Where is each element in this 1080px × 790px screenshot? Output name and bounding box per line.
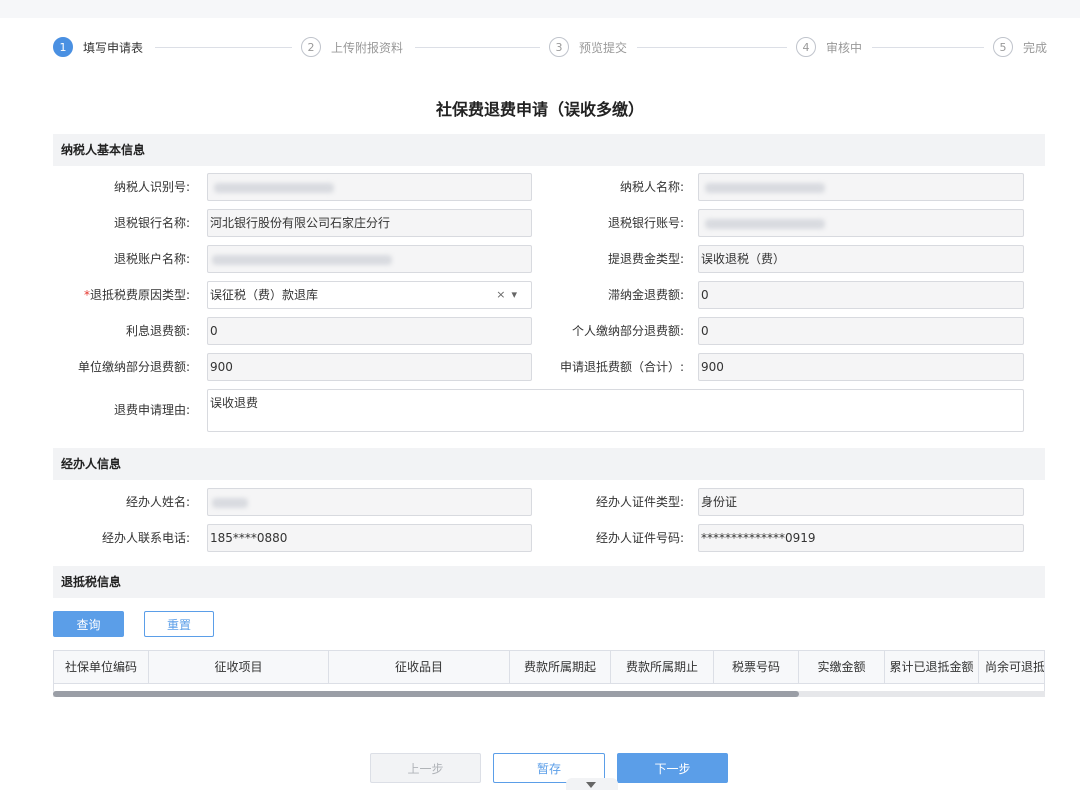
step-connector: [415, 47, 540, 48]
account-name-label: 退税账户名称:: [113, 252, 190, 266]
agent-id-no-field[interactable]: **************0919: [698, 524, 1024, 552]
next-step-button[interactable]: 下一步: [617, 753, 728, 783]
column-header: 实缴金额: [799, 651, 885, 683]
section-header-agent: 经办人信息: [53, 448, 1045, 480]
reason-type-label-text: 退抵税费原因类型:: [89, 288, 190, 302]
step-connector: [637, 47, 787, 48]
redacted-value: [214, 182, 334, 193]
refund-bank-field[interactable]: 河北银行股份有限公司石家庄分行: [207, 209, 532, 237]
taxpayer-name-label: 纳税人名称:: [619, 180, 684, 194]
reason-label: 退费申请理由:: [113, 403, 190, 417]
reset-button[interactable]: 重置: [144, 611, 214, 637]
interest-field[interactable]: 0: [207, 317, 532, 345]
personal-refund-label: 个人缴纳部分退费额:: [571, 324, 684, 338]
column-header: 费款所属期止: [611, 651, 714, 683]
section-header-refund: 退抵税信息: [53, 566, 1045, 598]
step-5-number: 5: [993, 37, 1013, 57]
step-2-label: 上传附报资料: [331, 40, 404, 55]
account-name-field[interactable]: [207, 245, 532, 273]
column-header: 社保单位编码: [54, 651, 149, 683]
total-refund-label: 申请退抵费额（合计）:: [559, 360, 684, 374]
step-3-number: 3: [549, 37, 569, 57]
agent-phone-field[interactable]: 185****0880: [207, 524, 532, 552]
query-button[interactable]: 查询: [53, 611, 124, 637]
agent-name-field[interactable]: [207, 488, 532, 516]
taxpayer-name-field[interactable]: [698, 173, 1024, 201]
refund-type-label: 提退费金类型:: [607, 252, 684, 266]
step-3: 3 预览提交: [549, 36, 627, 58]
column-header: 征收品目: [329, 651, 510, 683]
taxpayer-id-field[interactable]: [207, 173, 532, 201]
column-header: 费款所属期起: [510, 651, 611, 683]
refund-type-field[interactable]: 误收退税（费）: [698, 245, 1024, 273]
top-strip: [0, 0, 1080, 18]
reason-type-select[interactable]: 误征税（费）款退库 ×▾: [207, 281, 532, 309]
redacted-value: [705, 218, 825, 229]
column-header: 税票号码: [714, 651, 799, 683]
clear-icon[interactable]: ×: [496, 288, 511, 301]
step-4-label: 审核中: [826, 40, 863, 55]
scrollbar-thumb[interactable]: [53, 691, 799, 697]
late-fee-label: 滞纳金退费额:: [607, 288, 684, 302]
reason-type-label: *退抵税费原因类型:: [53, 281, 190, 309]
taxpayer-id-label: 纳税人识别号:: [113, 180, 190, 194]
step-1-label: 填写申请表: [83, 40, 144, 55]
interest-label: 利息退费额:: [125, 324, 190, 338]
agent-id-no-label: 经办人证件号码:: [595, 531, 684, 545]
column-header: 累计已退抵金额: [885, 651, 979, 683]
unit-refund-label: 单位缴纳部分退费额:: [77, 360, 190, 374]
agent-id-type-field[interactable]: 身份证: [698, 488, 1024, 516]
agent-name-label: 经办人姓名:: [125, 495, 190, 509]
redacted-value: [212, 254, 392, 265]
personal-refund-field[interactable]: 0: [698, 317, 1024, 345]
step-2-number: 2: [301, 37, 321, 57]
step-5: 5 完成: [993, 36, 1047, 58]
total-refund-field[interactable]: 900: [698, 353, 1024, 381]
step-2: 2 上传附报资料: [301, 36, 403, 58]
step-1: 1 填写申请表: [53, 36, 143, 58]
agent-phone-label: 经办人联系电话:: [101, 531, 190, 545]
caret-down-icon: [586, 782, 596, 788]
redacted-value: [212, 497, 248, 508]
late-fee-field[interactable]: 0: [698, 281, 1024, 309]
section-header-taxpayer: 纳税人基本信息: [53, 134, 1045, 166]
refund-account-field[interactable]: [698, 209, 1024, 237]
step-1-number: 1: [53, 37, 73, 57]
redacted-value: [705, 182, 825, 193]
column-header: 征收项目: [149, 651, 329, 683]
unit-refund-field[interactable]: 900: [207, 353, 532, 381]
step-3-label: 预览提交: [579, 40, 628, 55]
refund-account-label: 退税银行账号:: [607, 216, 684, 230]
select-controls: ×▾: [496, 282, 523, 308]
step-connector: [872, 47, 984, 48]
prev-step-button[interactable]: 上一步: [370, 753, 481, 783]
step-4-number: 4: [796, 37, 816, 57]
column-header: 尚余可退抵金额: [979, 651, 1044, 683]
reason-textarea[interactable]: 误收退费: [207, 389, 1024, 432]
step-4: 4 审核中: [796, 36, 862, 58]
step-connector: [155, 47, 292, 48]
refund-bank-label: 退税银行名称:: [113, 216, 190, 230]
step-5-label: 完成: [1023, 40, 1048, 55]
reason-type-value: 误征税（费）款退库: [210, 288, 319, 302]
refund-table-header: 社保单位编码 征收项目 征收品目 费款所属期起 费款所属期止 税票号码 实缴金额…: [53, 650, 1045, 684]
page-title: 社保费退费申请（误收多缴）: [435, 100, 644, 119]
chevron-down-icon[interactable]: ▾: [511, 288, 523, 301]
agent-id-type-label: 经办人证件类型:: [595, 495, 684, 509]
